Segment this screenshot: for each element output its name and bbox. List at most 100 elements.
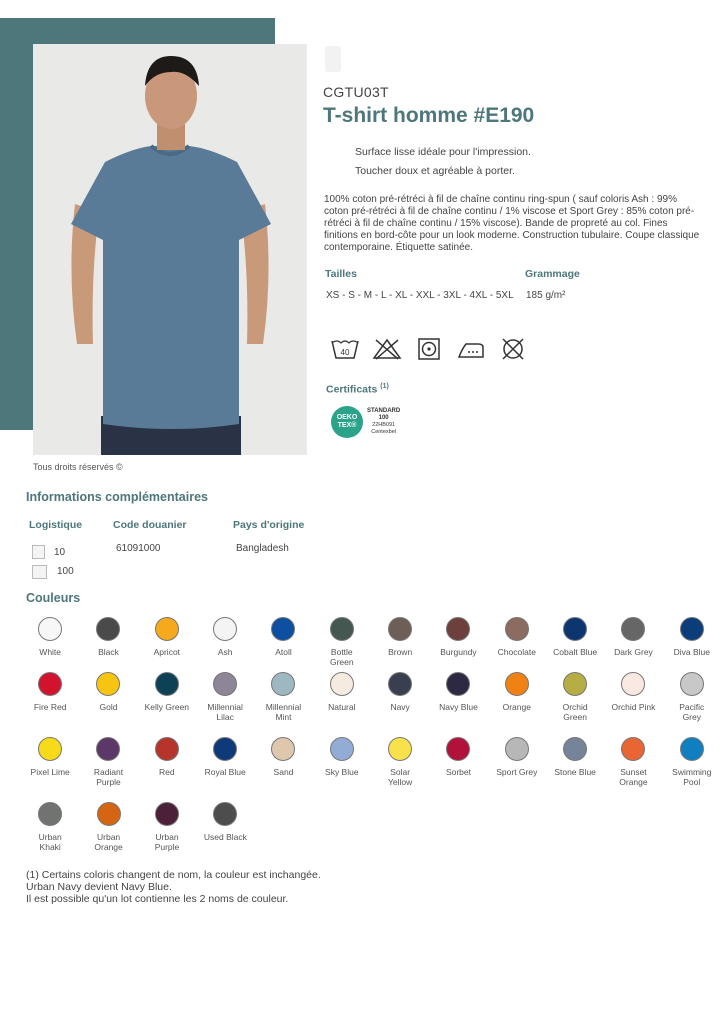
color-dot[interactable] [679,672,704,696]
color-name: Burgundy [440,647,477,657]
color-dot[interactable] [154,672,179,696]
footnote-line: Il est possible qu'un lot contienne les … [26,893,289,905]
color-row: Fire Red Gold Kelly Green Millennial Lilac M… [21,672,721,737]
color-swatch[interactable]: Used Black [196,802,254,862]
color-swatch[interactable]: Pixel Lime [21,737,79,802]
color-name: Millennial Lilac [207,702,243,722]
color-dot[interactable] [271,617,296,641]
color-swatch[interactable]: Orange [488,672,546,737]
color-swatch[interactable]: Orchid Green [546,672,604,737]
color-swatch[interactable]: Urban Khaki [21,802,79,862]
color-dot[interactable] [154,802,179,826]
color-dot[interactable] [271,672,296,696]
color-name: Navy [390,702,410,712]
color-dot[interactable] [213,737,238,761]
color-dot[interactable] [621,672,646,696]
color-swatch[interactable]: Radiant Purple [79,737,137,802]
color-swatch[interactable]: Natural [313,672,371,737]
color-swatch[interactable]: Apricot [138,617,196,672]
color-dot[interactable] [388,672,413,696]
color-swatch[interactable]: Stone Blue [546,737,604,802]
color-dot[interactable] [154,617,179,641]
color-dot[interactable] [329,672,354,696]
color-name: Urban Khaki [38,832,62,852]
color-swatch[interactable]: Red [138,737,196,802]
color-swatch[interactable]: Swimming Pool [663,737,721,802]
color-dot[interactable] [38,737,63,761]
color-swatch[interactable]: Navy Blue [429,672,487,737]
color-dot[interactable] [388,737,413,761]
color-swatch[interactable]: Millennial Lilac [196,672,254,737]
color-swatch[interactable]: White [21,617,79,672]
color-swatch[interactable]: Navy [371,672,429,737]
color-dot[interactable] [96,672,121,696]
color-swatch[interactable]: Sport Grey [488,737,546,802]
color-swatch[interactable]: Sorbet [429,737,487,802]
color-dot[interactable] [446,672,471,696]
color-dot[interactable] [213,802,238,826]
color-swatch[interactable]: Fire Red [21,672,79,737]
color-swatch[interactable]: Cobalt Blue [546,617,604,672]
color-dot[interactable] [621,617,646,641]
color-swatch[interactable]: Burgundy [429,617,487,672]
color-name: Sorbet [445,767,471,777]
no-bleach-icon [372,338,402,360]
color-name: Sport Grey [496,767,538,777]
color-dot[interactable] [38,672,63,696]
color-dot[interactable] [563,617,588,641]
color-name: Gold [99,702,118,712]
color-swatch[interactable]: Dark Grey [604,617,662,672]
color-dot[interactable] [388,617,413,641]
color-dot[interactable] [96,802,121,826]
color-swatch[interactable]: Atoll [254,617,312,672]
color-swatch[interactable]: Bottle Green [313,617,371,672]
color-name: Ash [217,647,233,657]
color-swatch[interactable]: Diva Blue [663,617,721,672]
color-dot[interactable] [329,617,354,641]
color-dot[interactable] [154,737,179,761]
color-swatch[interactable]: Brown [371,617,429,672]
color-swatch[interactable]: Urban Orange [79,802,137,862]
color-swatch-grid: White Black Apricot Ash Atoll Bottle Green Bro… [21,617,721,862]
color-swatch[interactable]: Ash [196,617,254,672]
color-swatch[interactable]: Royal Blue [196,737,254,802]
color-swatch[interactable]: Orchid Pink [604,672,662,737]
color-dot[interactable] [621,737,646,761]
footnote-line: Urban Navy devient Navy Blue. [26,881,172,893]
footnote: (1) Certains coloris changent de nom, la… [26,869,321,905]
color-dot[interactable] [679,617,704,641]
color-dot[interactable] [563,672,588,696]
color-dot[interactable] [213,617,238,641]
color-swatch[interactable]: Sand [254,737,312,802]
color-swatch[interactable]: Urban Purple [138,802,196,862]
sizes-value: XS - S - M - L - XL - XXL - 3XL - 4XL - … [326,290,514,301]
color-dot[interactable] [271,737,296,761]
color-dot[interactable] [96,617,121,641]
color-dot[interactable] [96,737,121,761]
color-name: Orchid Green [562,702,588,722]
color-swatch[interactable]: Gold [79,672,137,737]
color-name: Sunset Orange [619,767,648,787]
color-dot[interactable] [504,737,529,761]
color-dot[interactable] [38,802,63,826]
oeko-tex-details: STANDARD 100 22HB091 Centexbel [367,408,401,435]
color-swatch[interactable]: Millennial Mint [254,672,312,737]
color-dot[interactable] [504,672,529,696]
color-swatch[interactable]: Black [79,617,137,672]
color-dot[interactable] [329,737,354,761]
color-swatch[interactable]: Solar Yellow [371,737,429,802]
color-dot[interactable] [563,737,588,761]
color-dot[interactable] [504,617,529,641]
color-dot[interactable] [446,617,471,641]
color-name: Swimming Pool [672,767,712,787]
color-dot[interactable] [679,737,704,761]
color-swatch[interactable]: Sky Blue [313,737,371,802]
color-name: Pacific Grey [679,702,705,722]
color-dot[interactable] [213,672,238,696]
color-swatch[interactable]: Chocolate [488,617,546,672]
color-dot[interactable] [446,737,471,761]
color-swatch[interactable]: Pacific Grey [663,672,721,737]
color-swatch[interactable]: Sunset Orange [604,737,662,802]
color-dot[interactable] [38,617,63,641]
color-swatch[interactable]: Kelly Green [138,672,196,737]
